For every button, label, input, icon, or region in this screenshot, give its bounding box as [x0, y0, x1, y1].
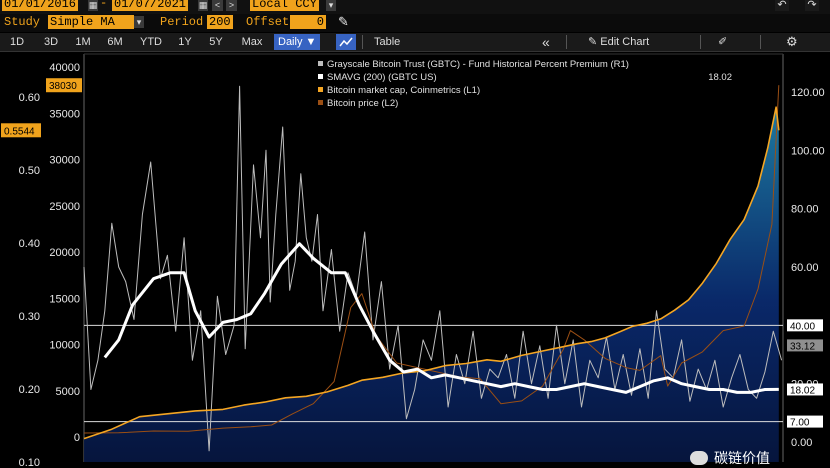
far-left-tick-label: 0.60: [19, 92, 40, 104]
far-left-tick-label: 0.30: [19, 311, 40, 323]
legend-swatch: [318, 87, 323, 92]
left-tick-label: 40000: [49, 62, 80, 74]
watermark-text: 碳链价值: [714, 450, 770, 466]
right-tick-label: 80.00: [791, 204, 819, 216]
legend-swatch: [318, 61, 323, 66]
left-tick-label: 35000: [49, 108, 80, 120]
legend-swatch: [318, 74, 323, 79]
right-tick-label: 60.00: [791, 262, 819, 274]
left-tick-label: 30000: [49, 155, 80, 167]
left-tick-label: 25000: [49, 201, 80, 213]
left-tick-label: 10000: [49, 340, 80, 352]
legend-swatch: [318, 100, 323, 105]
watermark: 碳链价值: [690, 448, 830, 468]
legend-label: SMAVG (200) (GBTC US): [327, 72, 437, 83]
right-value-badge-label: 33.12: [790, 341, 815, 352]
right-tick-label: 120.00: [791, 87, 825, 99]
left-current-label: 38030: [49, 81, 77, 92]
chart-canvas: 0.60 0.50 0.40 0.30 0.20 0.10 0.5544 40000 35000…: [1, 53, 825, 468]
right-value-badge-label: 40.00: [790, 321, 815, 332]
legend-label: Bitcoin price (L2): [327, 98, 398, 109]
left-tick-label: 0: [74, 432, 80, 444]
far-left-tick-label: 0.40: [19, 238, 40, 250]
legend-value: 18.02: [708, 72, 732, 83]
far-left-current-label: 0.5544: [4, 126, 35, 137]
legend-label: Grayscale Bitcoin Trust (GBTC) - Fund Hi…: [327, 59, 629, 70]
far-left-tick-label: 0.20: [19, 384, 40, 396]
right-value-badge-label: 18.02: [790, 385, 815, 396]
left-tick-label: 5000: [56, 386, 80, 398]
wechat-icon: [690, 451, 708, 465]
left-tick-label: 20000: [49, 247, 80, 259]
right-tick-label: 100.00: [791, 145, 825, 157]
far-left-tick-label: 0.50: [19, 165, 40, 177]
right-value-badge-label: 7.00: [790, 418, 810, 429]
left-tick-label: 15000: [49, 293, 80, 305]
legend-label: Bitcoin market cap, Coinmetrics (L1): [327, 85, 480, 96]
far-left-tick-label: 0.10: [19, 457, 40, 468]
